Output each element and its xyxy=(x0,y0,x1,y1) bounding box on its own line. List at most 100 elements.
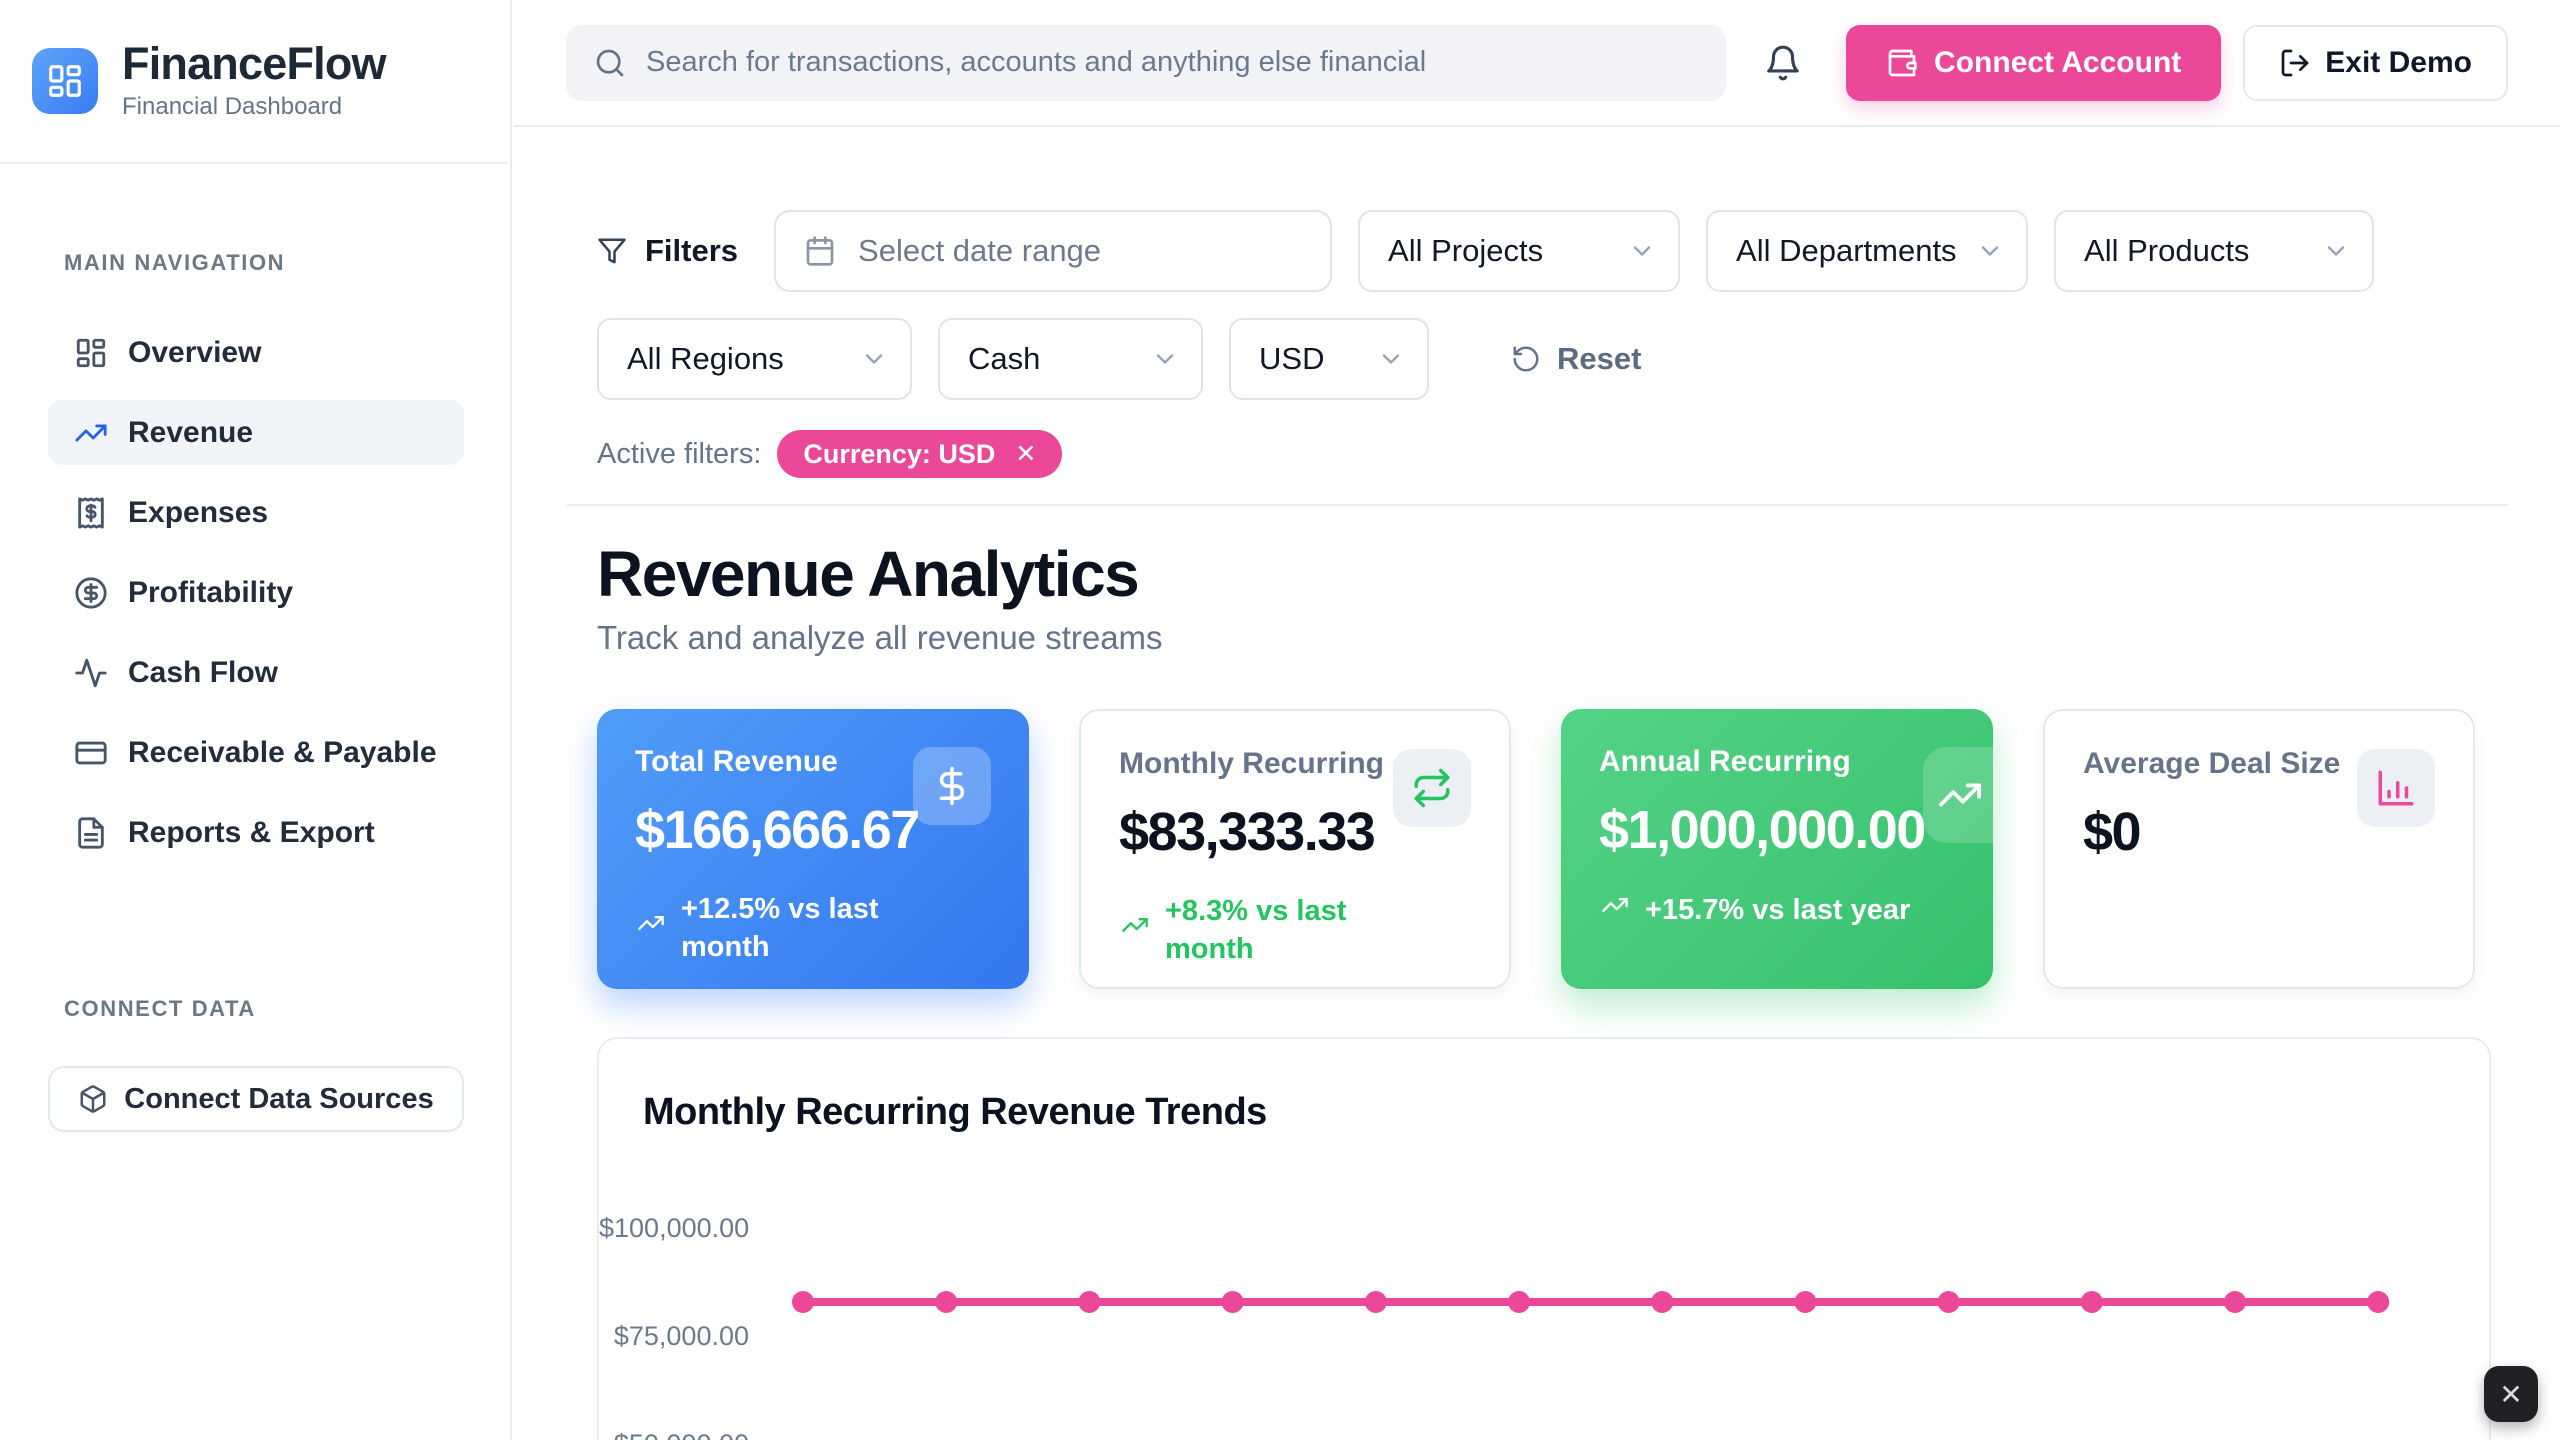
kpi-icon-box xyxy=(2357,749,2435,827)
brand[interactable]: FinanceFlow Financial Dashboard xyxy=(0,0,508,164)
kpi-label: Annual Recurring xyxy=(1599,745,1955,779)
trending-up-icon xyxy=(1937,772,1983,818)
regions-dropdown[interactable]: All Regions xyxy=(597,318,912,400)
sidebar-item-label: Cash Flow xyxy=(128,656,278,690)
kpi-card-average-deal-size: Average Deal Size$0 xyxy=(2043,709,2475,989)
sidebar: FinanceFlow Financial Dashboard MAIN NAV… xyxy=(0,0,512,1440)
projects-dropdown[interactable]: All Projects xyxy=(1358,210,1680,292)
currency-dropdown-value: USD xyxy=(1259,341,1324,377)
kpi-card-annual-recurring: Annual Recurring $1,000,000.00 +15.7% vs l… xyxy=(1561,709,1993,989)
sidebar-item-label: Overview xyxy=(128,336,261,370)
sidebar-item-expenses[interactable]: Expenses xyxy=(48,480,464,545)
page-title: Revenue Analytics xyxy=(597,540,2508,609)
notifications-button[interactable] xyxy=(1764,44,1802,82)
exit-demo-button[interactable]: Exit Demo xyxy=(2243,25,2508,101)
nav-section-label: MAIN NAVIGATION xyxy=(48,250,464,276)
trending-up-icon xyxy=(1119,911,1151,950)
active-filter-chip-label: Currency: USD xyxy=(803,439,995,470)
active-filters-label: Active filters: xyxy=(597,438,761,471)
projects-dropdown-value: All Projects xyxy=(1388,233,1543,269)
departments-dropdown-value: All Departments xyxy=(1736,233,1957,269)
search-input[interactable] xyxy=(644,45,1698,80)
kpi-icon-box xyxy=(1923,747,1993,843)
trending-up-icon xyxy=(1599,891,1631,930)
sidebar-item-reports-export[interactable]: Reports & Export xyxy=(48,800,464,865)
regions-dropdown-value: All Regions xyxy=(627,341,784,377)
app-logo-icon xyxy=(32,48,98,114)
trending-up-icon xyxy=(74,416,108,450)
close-button[interactable]: ✕ xyxy=(2484,1366,2538,1422)
brand-text: FinanceFlow Financial Dashboard xyxy=(122,41,386,122)
filter-row-2: All Regions Cash USD Reset xyxy=(597,318,2508,400)
kpi-change: +12.5% vs last month xyxy=(635,891,991,966)
log-out-icon xyxy=(2279,47,2311,79)
connect-account-button[interactable]: Connect Account xyxy=(1846,25,2221,101)
chip-close-icon[interactable]: ✕ xyxy=(1015,442,1036,467)
sidebar-item-receivable-payable[interactable]: Receivable & Payable xyxy=(48,720,464,785)
funnel-icon xyxy=(597,236,627,266)
chevron-down-icon xyxy=(1377,345,1405,373)
filters-label: Filters xyxy=(645,233,738,269)
reset-label: Reset xyxy=(1557,341,1641,377)
payment-method-dropdown[interactable]: Cash xyxy=(938,318,1203,400)
app-subtitle: Financial Dashboard xyxy=(122,93,386,121)
kpi-icon-box xyxy=(913,747,991,825)
kpi-card-monthly-recurring: Monthly Recurring$83,333.33+8.3% vs last… xyxy=(1079,709,1511,989)
date-range-input[interactable] xyxy=(856,232,1302,270)
connect-data-section: CONNECT DATA Connect Data Sources xyxy=(48,996,464,1132)
connect-section-label: CONNECT DATA xyxy=(48,996,464,1022)
kpi-change-text: +12.5% vs last month xyxy=(681,891,916,966)
currency-dropdown[interactable]: USD xyxy=(1229,318,1429,400)
sidebar-item-label: Reports & Export xyxy=(128,816,375,850)
rotate-ccw-icon xyxy=(1511,344,1541,374)
kpi-change: +8.3% vs last month xyxy=(1119,893,1471,968)
sidebar-item-cash-flow[interactable]: Cash Flow xyxy=(48,640,464,705)
repeat-icon xyxy=(1411,767,1453,809)
sidebar-item-label: Profitability xyxy=(128,576,293,610)
products-dropdown[interactable]: All Products xyxy=(2054,210,2374,292)
chevron-down-icon xyxy=(2322,237,2350,265)
filters-heading: Filters xyxy=(597,233,738,269)
mrr-trend-line-chart: $100,000.00$75,000.00$50,000.00 xyxy=(599,1039,2489,1440)
chevron-down-icon xyxy=(1151,345,1179,373)
chevron-down-icon xyxy=(1628,237,1656,265)
dollar-icon xyxy=(931,765,973,807)
departments-dropdown[interactable]: All Departments xyxy=(1706,210,2028,292)
active-filter-chip-currency[interactable]: Currency: USD ✕ xyxy=(777,430,1062,478)
products-dropdown-value: All Products xyxy=(2084,233,2249,269)
search-bar[interactable] xyxy=(566,25,1726,101)
section-divider xyxy=(567,504,2508,506)
sidebar-item-label: Expenses xyxy=(128,496,268,530)
reset-filters-button[interactable]: Reset xyxy=(1505,340,1647,378)
close-icon: ✕ xyxy=(2499,1378,2522,1411)
kpi-change: +15.7% vs last year xyxy=(1599,891,1955,930)
receipt-icon xyxy=(74,496,108,530)
sidebar-item-profitability[interactable]: Profitability xyxy=(48,560,464,625)
date-range-picker[interactable] xyxy=(774,210,1332,292)
topbar-actions: Connect Account Exit Demo xyxy=(1846,25,2508,101)
search-icon xyxy=(594,47,626,79)
chevron-down-icon xyxy=(1976,237,2004,265)
sidebar-item-revenue[interactable]: Revenue xyxy=(48,400,464,465)
mrr-trends-chart-card: Monthly Recurring Revenue Trends $100,00… xyxy=(597,1037,2491,1440)
kpi-cards-row: Total Revenue$166,666.67+12.5% vs last m… xyxy=(597,709,2508,989)
exit-demo-label: Exit Demo xyxy=(2325,46,2472,80)
mrr-trend-line xyxy=(599,1039,2493,1439)
sidebar-item-overview[interactable]: Overview xyxy=(48,320,464,385)
app-root: FinanceFlow Financial Dashboard MAIN NAV… xyxy=(0,0,2560,1440)
sidebar-item-label: Revenue xyxy=(128,416,253,450)
file-text-icon xyxy=(74,816,108,850)
calendar-icon xyxy=(804,235,836,267)
main-content: Filters All Projects All Departments All… xyxy=(514,127,2560,1440)
bell-icon xyxy=(1764,44,1802,82)
bar-chart-icon xyxy=(2375,767,2417,809)
layout-dashboard-icon xyxy=(74,336,108,370)
kpi-card-total-revenue: Total Revenue$166,666.67+12.5% vs last m… xyxy=(597,709,1029,989)
kpi-value: $1,000,000.00 xyxy=(1599,799,1955,861)
connect-data-sources-button[interactable]: Connect Data Sources xyxy=(48,1066,464,1132)
sidebar-item-label: Receivable & Payable xyxy=(128,736,437,770)
wallet-icon xyxy=(1886,47,1918,79)
kpi-change-text: +8.3% vs last month xyxy=(1165,893,1400,968)
package-icon xyxy=(78,1084,108,1114)
credit-card-icon xyxy=(74,736,108,770)
